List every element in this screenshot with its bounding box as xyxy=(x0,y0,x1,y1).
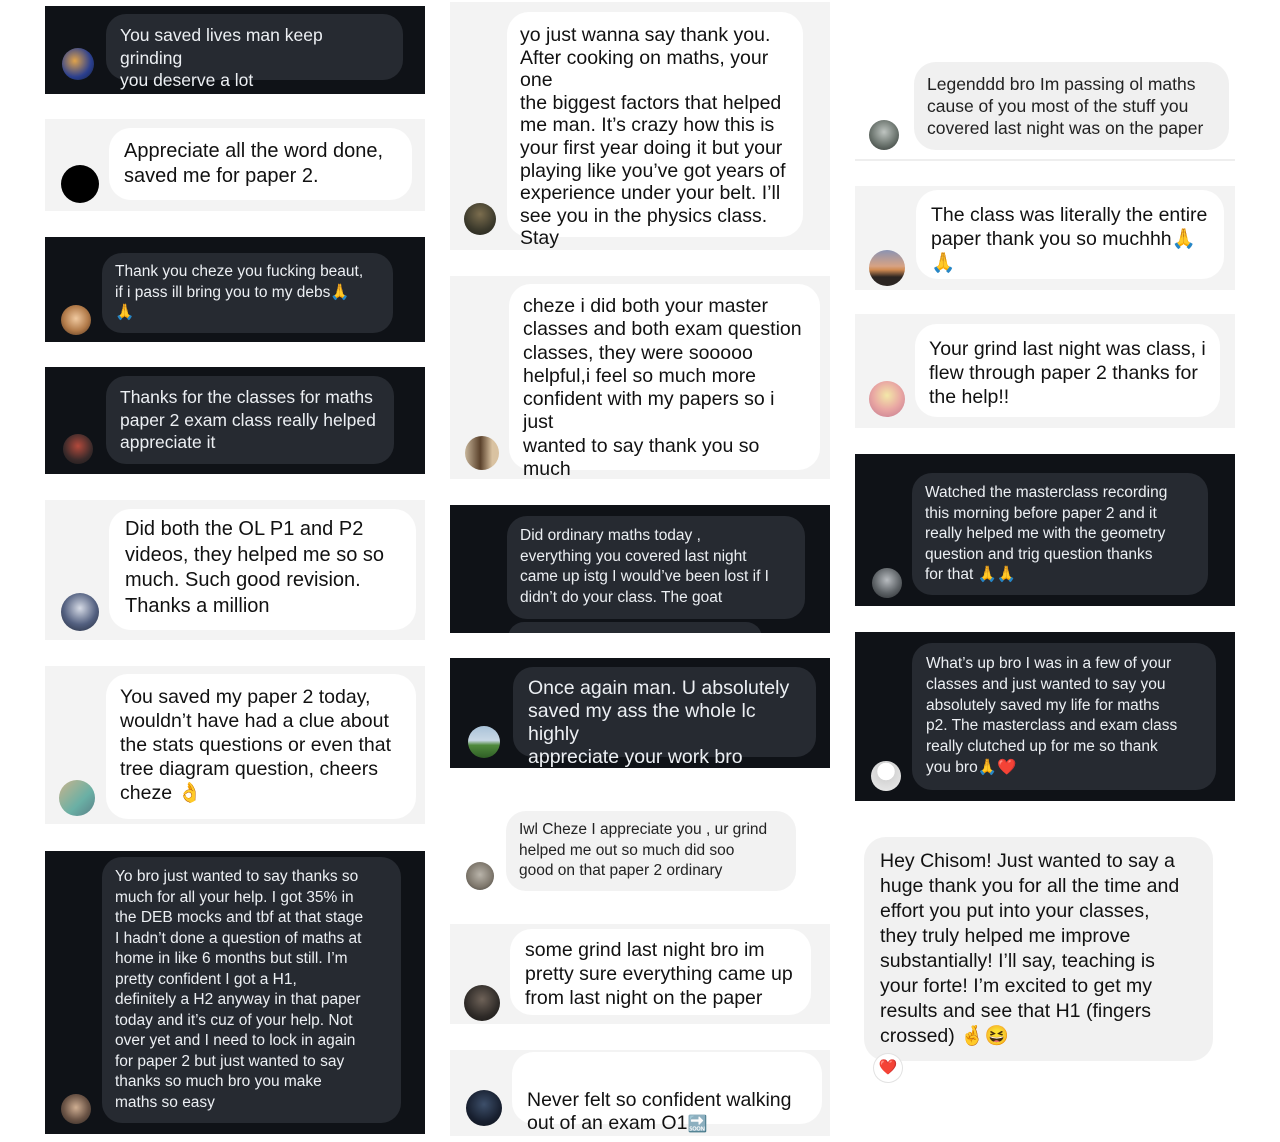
message-bubble: Watched the masterclass recording this m… xyxy=(912,473,1208,595)
message-card-10: Did ordinary maths today , everything yo… xyxy=(450,505,830,633)
message-bubble: some grind last night bro im pretty sure… xyxy=(510,929,811,1015)
sender-avatar[interactable] xyxy=(869,250,905,286)
message-card-16: The class was literally the entire paper… xyxy=(855,186,1235,290)
message-bubble: Did both the OL P1 and P2 videos, they h… xyxy=(109,509,416,630)
message-card-17: Your grind last night was class, i flew … xyxy=(855,314,1235,428)
sender-avatar[interactable] xyxy=(59,780,95,816)
sender-avatar[interactable] xyxy=(464,985,500,1021)
message-card-1: You saved lives man keep grinding you de… xyxy=(45,6,425,94)
message-card-2: Appreciate all the word done, saved me f… xyxy=(45,119,425,211)
message-card-18: Watched the masterclass recording this m… xyxy=(855,454,1235,606)
message-card-19: What’s up bro I was in a few of your cla… xyxy=(855,632,1235,801)
message-bubble: Legenddd bro Im passing ol maths cause o… xyxy=(914,62,1229,150)
soon-arrow-icon: 🔜 xyxy=(687,1116,708,1133)
message-card-5: Did both the OL P1 and P2 videos, they h… xyxy=(45,500,425,640)
message-card-12: Iwl Cheze I appreciate you , ur grind he… xyxy=(450,796,830,900)
message-card-6: You saved my paper 2 today, wouldn’t hav… xyxy=(45,666,425,824)
message-card-14: Never felt so confident walking out of a… xyxy=(450,1050,830,1136)
message-bubble: Iwl Cheze I appreciate you , ur grind he… xyxy=(506,811,796,891)
sender-avatar[interactable] xyxy=(465,436,499,470)
message-card-13: some grind last night bro im pretty sure… xyxy=(450,924,830,1024)
message-bubble: Thank you cheze you fucking beaut, if i … xyxy=(102,253,393,333)
message-bubble-20: Hey Chisom! Just wanted to say a huge th… xyxy=(864,837,1213,1061)
message-card-15: Legenddd bro Im passing ol maths cause o… xyxy=(855,55,1235,161)
message-bubble: Did ordinary maths today , everything yo… xyxy=(507,516,805,619)
sender-avatar[interactable] xyxy=(872,568,902,598)
message-bubble: The class was literally the entire paper… xyxy=(916,190,1224,279)
sender-avatar[interactable] xyxy=(466,1090,502,1126)
message-bubble: What’s up bro I was in a few of your cla… xyxy=(912,643,1216,790)
message-bubble: Appreciate all the word done, saved me f… xyxy=(109,128,412,200)
message-text: Never felt so confident walking out of a… xyxy=(527,1089,792,1134)
sender-avatar[interactable] xyxy=(61,593,99,631)
sender-avatar[interactable] xyxy=(466,862,494,890)
message-card-3: Thank you cheze you fucking beaut, if i … xyxy=(45,237,425,342)
message-card-11: Once again man. U absolutely saved my as… xyxy=(450,658,830,768)
message-bubble: Thanks for the classes for maths paper 2… xyxy=(106,376,394,464)
sender-avatar[interactable] xyxy=(63,434,93,464)
heart-reaction-icon[interactable]: ❤️ xyxy=(874,1054,902,1082)
message-card-8: yo just wanna say thank you. After cooki… xyxy=(450,2,830,250)
sender-avatar[interactable] xyxy=(468,726,500,758)
message-bubble: You saved my paper 2 today, wouldn’t hav… xyxy=(106,674,416,819)
message-bubble: Yo bro just wanted to say thanks so much… xyxy=(102,857,401,1123)
sender-avatar[interactable] xyxy=(61,305,91,335)
message-bubble: Never felt so confident walking out of a… xyxy=(512,1052,822,1134)
message-card-4: Thanks for the classes for maths paper 2… xyxy=(45,367,425,474)
message-bubble: Your grind last night was class, i flew … xyxy=(915,324,1220,417)
sender-avatar[interactable] xyxy=(61,1094,91,1124)
message-card-9: cheze i did both your master classes and… xyxy=(450,276,830,479)
sender-avatar[interactable] xyxy=(869,120,899,150)
message-bubble-partial xyxy=(508,622,762,633)
message-bubble: You saved lives man keep grinding you de… xyxy=(106,14,403,90)
sender-avatar[interactable] xyxy=(62,48,94,80)
message-card-7: Yo bro just wanted to say thanks so much… xyxy=(45,851,425,1134)
message-bubble: cheze i did both your master classes and… xyxy=(509,284,820,479)
sender-avatar[interactable] xyxy=(871,761,901,791)
sender-avatar[interactable] xyxy=(464,203,496,235)
sender-avatar[interactable] xyxy=(869,381,905,417)
message-bubble: Once again man. U absolutely saved my as… xyxy=(513,667,816,768)
message-bubble: yo just wanna say thank you. After cooki… xyxy=(507,12,803,250)
sender-avatar[interactable] xyxy=(61,165,99,203)
